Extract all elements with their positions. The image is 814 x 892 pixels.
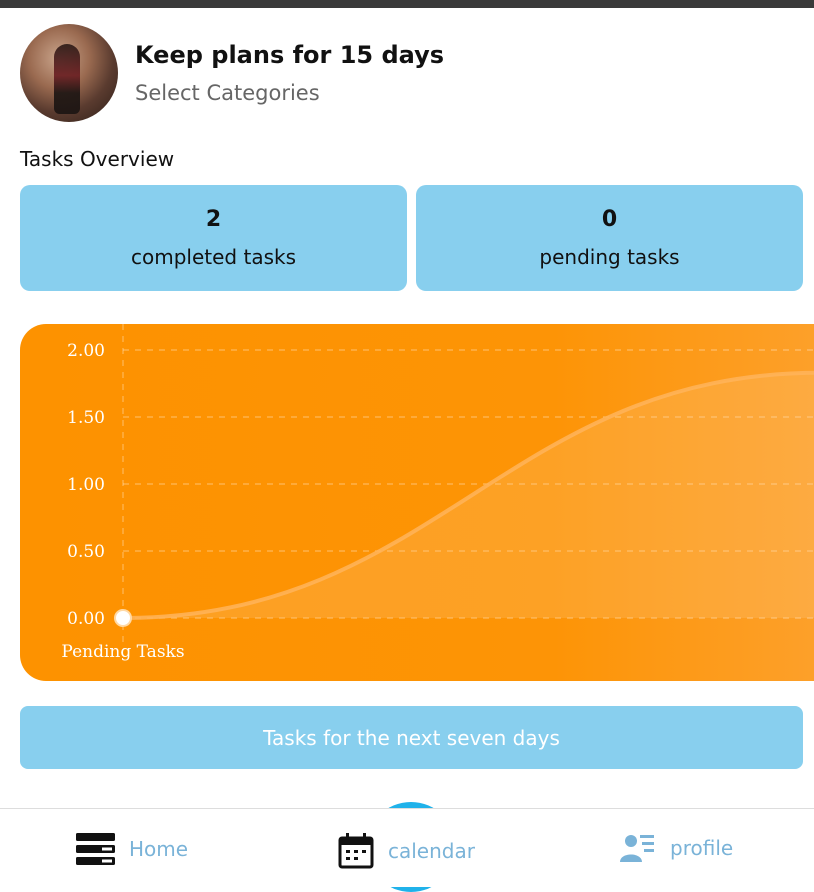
page-title: Keep plans for 15 days [135, 41, 445, 69]
pending-tasks-chart: 2.00 1.50 1.00 0.50 0.00 Pending Tasks [20, 324, 814, 681]
avatar[interactable] [20, 24, 118, 122]
nav-profile-label: profile [670, 836, 734, 860]
nav-calendar[interactable]: calendar [338, 833, 475, 869]
nav-calendar-label: calendar [388, 839, 475, 863]
next-seven-days-button[interactable]: Tasks for the next seven days [20, 706, 803, 769]
y-tick-label: 1.50 [67, 408, 105, 428]
chart-canvas: 2.00 1.50 1.00 0.50 0.00 Pending Tasks [61, 324, 814, 662]
window-top-bar [0, 0, 814, 8]
nav-home[interactable]: Home [76, 833, 188, 865]
nav-profile[interactable]: profile [620, 833, 733, 863]
home-icon [76, 833, 115, 865]
y-tick-label: 0.50 [67, 542, 105, 562]
completed-tasks-label: completed tasks [131, 245, 296, 269]
header-text: Keep plans for 15 days Select Categories [135, 40, 444, 106]
completed-tasks-count: 2 [205, 207, 222, 232]
completed-tasks-card[interactable]: 2 completed tasks [20, 185, 407, 291]
bottom-navigation: Home calendar profile [0, 808, 814, 887]
y-tick-label: 0.00 [67, 609, 105, 629]
select-categories-link[interactable]: Select Categories [135, 80, 444, 106]
data-point [114, 609, 132, 627]
header: Keep plans for 15 days Select Categories [20, 24, 444, 122]
pending-tasks-card[interactable]: 0 pending tasks [416, 185, 803, 291]
pending-tasks-label: pending tasks [539, 245, 680, 269]
tasks-overview-title: Tasks Overview [20, 147, 175, 171]
nav-home-label: Home [129, 837, 189, 861]
pending-tasks-count: 0 [601, 207, 618, 232]
y-tick-label: 2.00 [67, 341, 105, 361]
x-axis-label: Pending Tasks [61, 642, 184, 662]
profile-icon [620, 835, 654, 862]
y-tick-label: 1.00 [67, 475, 105, 495]
calendar-icon [338, 833, 374, 869]
avatar-figure [54, 44, 80, 114]
